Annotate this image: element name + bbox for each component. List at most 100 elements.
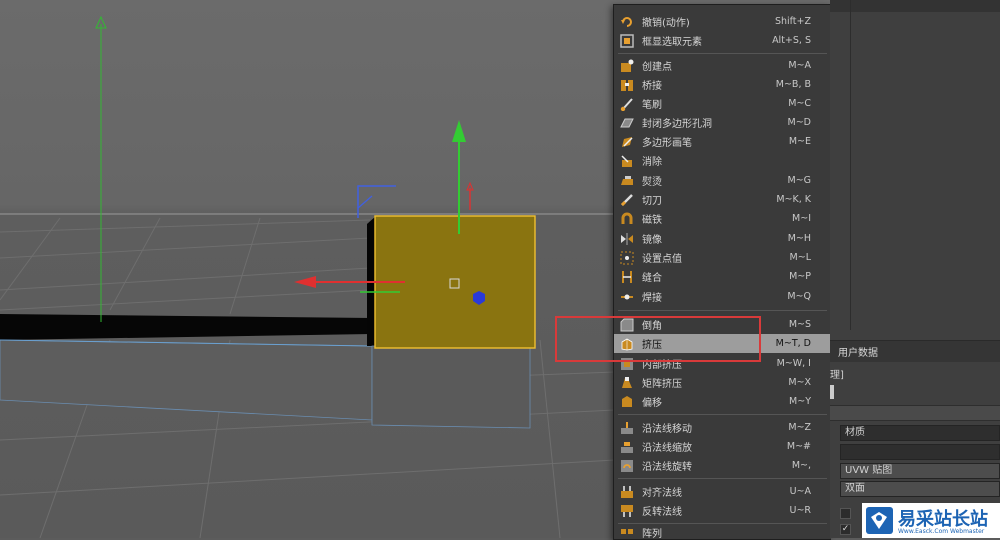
weld-icon (619, 289, 635, 305)
gizmo-y-arrow (452, 120, 466, 142)
menu-item-set-point-value[interactable]: 设置点值 M~L (614, 248, 831, 267)
menu-separator (618, 414, 827, 415)
menu-item-undo[interactable]: 撤销(动作) Shift+Z (614, 12, 831, 31)
menu-item-shortcut: M~B, B (775, 79, 811, 90)
menu-item-align-normals[interactable]: 对齐法线 U~A (614, 482, 831, 501)
menu-item-label: 矩阵挤压 (642, 379, 682, 390)
menu-separator (618, 53, 827, 54)
menu-item-label: 沿法线移动 (642, 424, 692, 435)
menu-item-shortcut: M~P (789, 271, 811, 282)
checkbox-checked[interactable]: ✓ (840, 524, 851, 535)
empty-field[interactable] (840, 444, 1000, 460)
menu-item-label: 沿法线缩放 (642, 443, 692, 454)
menu-item-label: 桥接 (642, 81, 662, 92)
menu-separator (618, 478, 827, 479)
menu-item-shortcut: M~E (788, 136, 811, 147)
menu-item-label: 封闭多边形孔洞 (642, 119, 712, 130)
menu-item-iron[interactable]: 熨烫 M~G (614, 171, 831, 190)
menu-item-normal-scale[interactable]: 沿法线缩放 M~# (614, 437, 831, 456)
menu-item-magnet[interactable]: 磁铁 M~I (614, 209, 831, 228)
menu-item-label: 创建点 (642, 62, 672, 73)
knife-icon (619, 192, 635, 208)
menu-item-normal-move[interactable]: 沿法线移动 M~Z (614, 418, 831, 437)
menu-item-array[interactable]: 阵列 (614, 526, 831, 539)
menu-item-frame-selection[interactable]: 框显选取元素 Alt+S, S (614, 31, 831, 50)
double-sided-field[interactable]: 双面 (840, 481, 1000, 497)
context-menu: 撤销(动作) Shift+Z 框显选取元素 Alt+S, S 创建点 M~A 桥… (613, 4, 831, 540)
menu-item-bridge[interactable]: 桥接 M~B, B (614, 75, 831, 94)
watermark: 易采站长站 Www.Easck.Com Webmaster (862, 503, 1000, 538)
tab-user-data[interactable]: 用户数据 (838, 344, 878, 359)
polygon-pen-icon (619, 134, 635, 150)
viewport-scene[interactable] (0, 0, 615, 538)
menu-item-shortcut: M~D (787, 117, 811, 128)
uvw-mapping-field[interactable]: UVW 贴图 (840, 463, 1000, 479)
menu-item-shortcut: M~C (788, 98, 811, 109)
menu-item-shortcut: M~W, I (776, 358, 811, 369)
menu-item-label: 偏移 (642, 398, 662, 409)
checkbox-unchecked[interactable] (840, 508, 851, 519)
bridge-icon (619, 77, 635, 93)
mirror-icon (619, 231, 635, 247)
menu-item-shortcut: M~K, K (776, 194, 811, 205)
menu-item-shortcut: M~Z (788, 422, 811, 433)
watermark-subtitle: Www.Easck.Com Webmaster (898, 528, 985, 535)
normal-rotate-icon (619, 458, 635, 474)
stitch-icon (619, 269, 635, 285)
menu-item-label: 设置点值 (642, 254, 682, 265)
panel-fragment-box (830, 385, 834, 399)
menu-item-shortcut: Shift+Z (774, 16, 811, 27)
gizmo-x-arrow (294, 276, 316, 288)
close-polygon-hole-icon (619, 115, 635, 131)
menu-item-shortcut: M~I (792, 213, 811, 224)
iron-icon (619, 173, 635, 189)
menu-item-shortcut: M~X (788, 377, 811, 388)
menu-item-label: 撤销(动作) (642, 18, 690, 29)
menu-item-normal-rotate[interactable]: 沿法线旋转 M~, (614, 456, 831, 475)
menu-item-create-point[interactable]: 创建点 M~A (614, 56, 831, 75)
menu-item-reverse-normals[interactable]: 反转法线 U~R (614, 501, 831, 520)
magnet-icon (619, 211, 635, 227)
array-icon (619, 526, 635, 539)
menu-item-label: 多边形画笔 (642, 138, 692, 149)
panel-section-band (830, 405, 1000, 421)
brush-icon (619, 96, 635, 112)
menu-separator (618, 310, 827, 311)
menu-item-dissolve[interactable]: 消除 (614, 151, 831, 170)
menu-item-knife[interactable]: 切刀 M~K, K (614, 190, 831, 209)
menu-item-brush[interactable]: 笔刷 M~C (614, 94, 831, 113)
menu-item-mirror[interactable]: 镜像 M~H (614, 229, 831, 248)
menu-item-label: 熨烫 (642, 177, 662, 188)
menu-item-shortcut: M~# (786, 441, 811, 452)
menu-item-shortcut: U~A (789, 486, 811, 497)
reverse-normals-icon (619, 503, 635, 519)
menu-item-shortcut: M~, (791, 460, 811, 471)
material-field[interactable]: 材质 (840, 425, 1000, 441)
dissolve-icon (619, 153, 635, 169)
menu-item-shortcut: M~T, D (775, 338, 811, 349)
gizmo-plane-handle (357, 185, 396, 218)
menu-item-label: 焊接 (642, 293, 662, 304)
menu-separator (618, 523, 827, 524)
menu-item-weld[interactable]: 焊接 M~Q (614, 287, 831, 306)
menu-item-matrix-extrude[interactable]: 矩阵挤压 M~X (614, 373, 831, 392)
align-normals-icon (619, 484, 635, 500)
menu-item-stitch[interactable]: 缝合 M~P (614, 267, 831, 286)
menu-item-offset[interactable]: 偏移 M~Y (614, 392, 831, 411)
menu-item-shortcut: M~L (789, 252, 811, 263)
undo-icon (619, 14, 635, 30)
menu-item-label: 缝合 (642, 273, 662, 284)
menu-item-label: 沿法线旋转 (642, 462, 692, 473)
menu-item-shortcut: M~Q (787, 291, 811, 302)
menu-item-label: 磁铁 (642, 215, 662, 226)
frame-selection-icon (619, 33, 635, 49)
menu-item-shortcut: M~H (787, 233, 811, 244)
menu-item-label: 框显选取元素 (642, 37, 702, 48)
menu-item-label: 镜像 (642, 235, 662, 246)
menu-item-polygon-pen[interactable]: 多边形画笔 M~E (614, 132, 831, 151)
menu-item-label: 反转法线 (642, 507, 682, 518)
panel-text-fragment: 理] (830, 370, 844, 381)
matrix-extrude-icon (619, 375, 635, 391)
menu-item-close-polygon-hole[interactable]: 封闭多边形孔洞 M~D (614, 113, 831, 132)
set-point-value-icon (619, 250, 635, 266)
